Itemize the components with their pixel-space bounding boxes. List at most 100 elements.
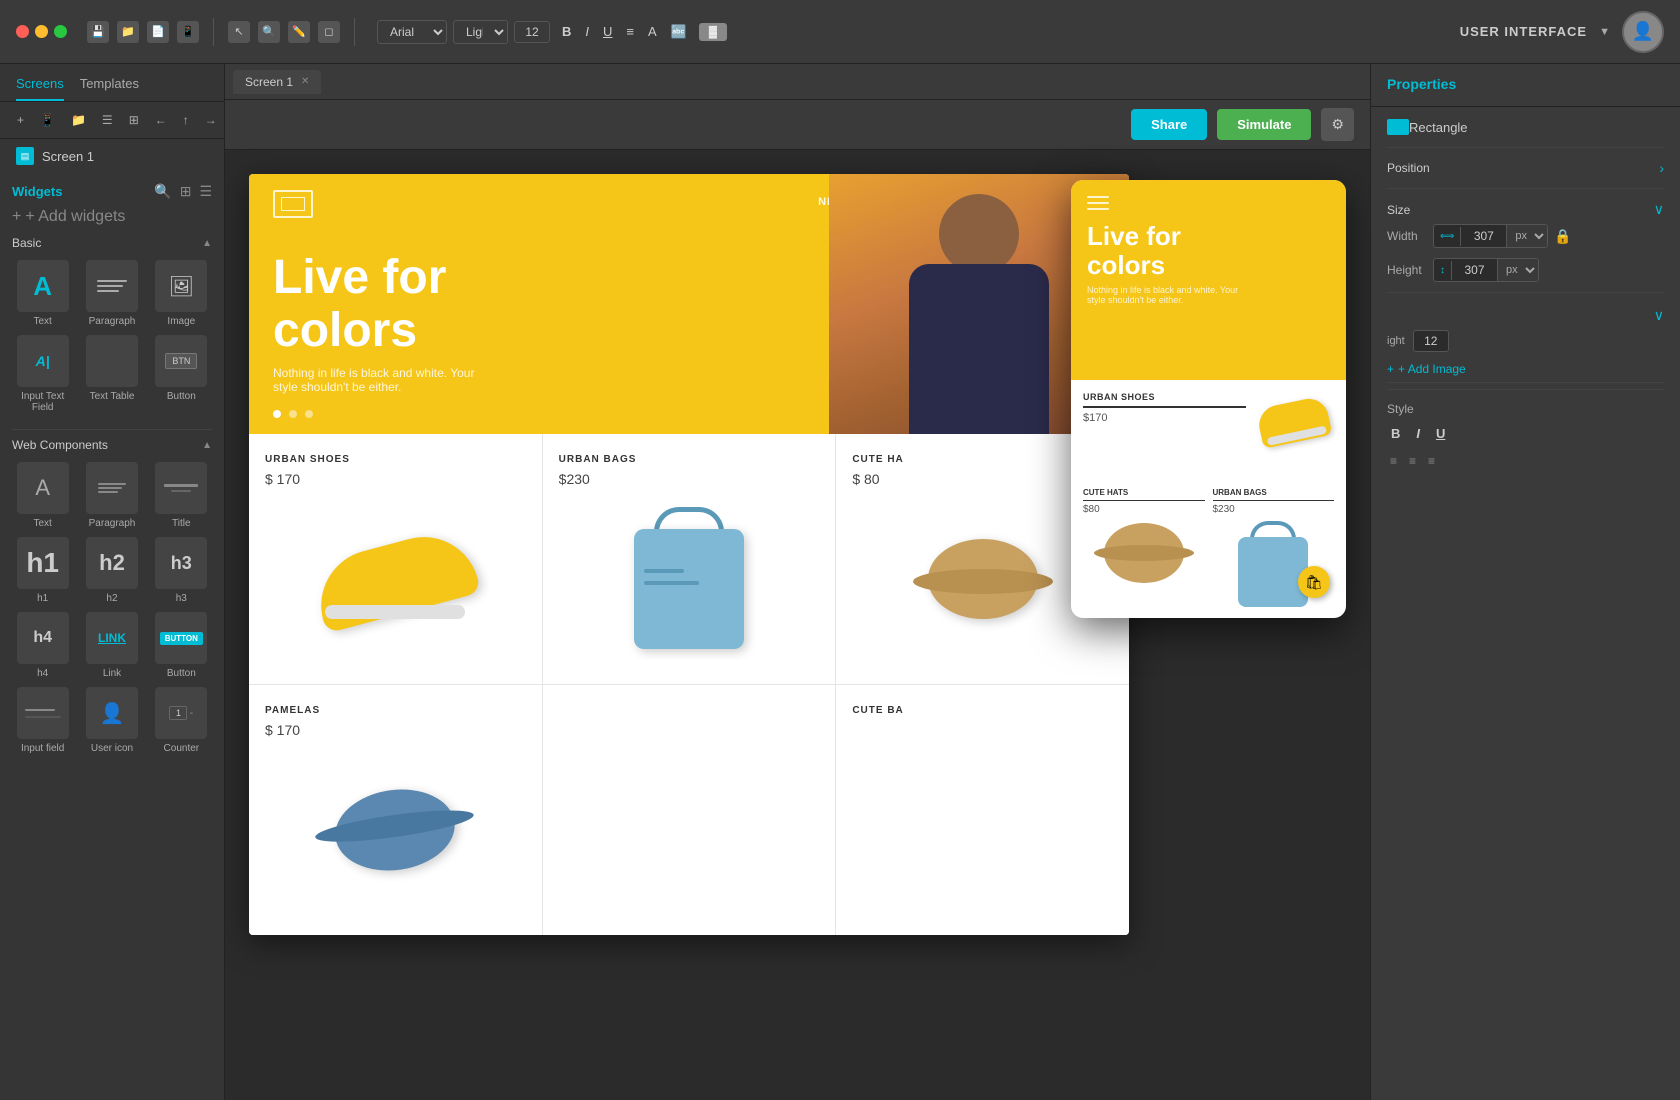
wc-widget-h2[interactable]: h2 h2: [81, 537, 142, 604]
add-screen-btn[interactable]: +: [12, 110, 29, 130]
bold-button[interactable]: B: [556, 21, 577, 43]
wc-widget-paragraph[interactable]: Paragraph: [81, 462, 142, 529]
tab-templates[interactable]: Templates: [80, 76, 139, 101]
widget-text[interactable]: A Text: [12, 260, 73, 327]
wc-button-icon: BUTTON: [160, 632, 203, 645]
canvas-tab-close-btn[interactable]: ✕: [301, 76, 309, 87]
close-button[interactable]: [16, 25, 29, 38]
save-icon[interactable]: 💾: [87, 21, 109, 43]
add-widgets-btn[interactable]: + + Add widgets: [12, 208, 212, 226]
text-bg-button[interactable]: 🔤: [665, 21, 693, 43]
maximize-button[interactable]: [54, 25, 67, 38]
screen-1-item[interactable]: ▤ Screen 1: [0, 139, 224, 173]
position-expand-icon[interactable]: ›: [1659, 160, 1664, 176]
wc-widget-h1[interactable]: h1 h1: [12, 537, 73, 604]
canvas-tab-screen1[interactable]: Screen 1 ✕: [233, 70, 321, 94]
pen-icon[interactable]: ✏️: [288, 21, 310, 43]
font-size-mini-input[interactable]: [1413, 330, 1449, 352]
hero-dot-1[interactable]: [273, 410, 281, 418]
align-right-btn[interactable]: ≡: [1425, 451, 1438, 471]
align-button[interactable]: ≡: [620, 21, 640, 43]
app-title-chevron[interactable]: ▼: [1599, 26, 1610, 38]
mobile-screen-btn[interactable]: 📱: [35, 110, 60, 130]
mobile-menu-icon[interactable]: [1087, 196, 1330, 210]
underline-button[interactable]: U: [597, 21, 618, 43]
search-icon[interactable]: 🔍: [154, 183, 171, 200]
font-family-select[interactable]: Arial: [377, 20, 447, 44]
italic-button[interactable]: I: [579, 21, 595, 43]
simulate-button[interactable]: Simulate: [1217, 109, 1311, 140]
hero-dot-2[interactable]: [289, 410, 297, 418]
widget-image[interactable]: 🖼 Image: [151, 260, 212, 327]
cursor-icon[interactable]: ↖: [228, 21, 250, 43]
mobile-cart-badge[interactable]: 🛍: [1298, 566, 1330, 598]
widget-button[interactable]: BTN Button: [151, 335, 212, 413]
paragraph-icon: [97, 280, 127, 292]
width-unit-select[interactable]: px %: [1506, 225, 1547, 247]
italic-style-btn[interactable]: I: [1412, 424, 1424, 443]
wc-widget-user-icon[interactable]: 👤 User icon: [81, 687, 142, 754]
lock-icon[interactable]: 🔒: [1554, 228, 1571, 245]
wc-widget-text[interactable]: A Text: [12, 462, 73, 529]
model-head: [939, 194, 1019, 274]
mobile-icon[interactable]: 📱: [177, 21, 199, 43]
zoom-icon[interactable]: 🔍: [258, 21, 280, 43]
widget-text-table[interactable]: Text Table: [81, 335, 142, 413]
hero-dot-3[interactable]: [305, 410, 313, 418]
mobile-hat-brim: [1094, 545, 1194, 561]
underline-style-btn[interactable]: U: [1432, 424, 1449, 443]
product-price-pamelas: $ 170: [265, 722, 526, 738]
text-color-button[interactable]: A: [642, 21, 663, 43]
widget-input-text-field[interactable]: A| Input Text Field: [12, 335, 73, 413]
wc-section-toggle[interactable]: ▲: [202, 440, 212, 451]
wc-widget-h3[interactable]: h3 h3: [151, 537, 212, 604]
extra-section-row[interactable]: ∨: [1387, 301, 1664, 330]
folder-btn[interactable]: 📁: [66, 110, 91, 130]
bold-style-btn[interactable]: B: [1387, 424, 1404, 443]
nav-right-btn[interactable]: →: [200, 110, 222, 130]
wc-widget-h4[interactable]: h4 h4: [12, 612, 73, 679]
wc-button-label: Button: [167, 668, 196, 679]
nav-left-btn[interactable]: ←: [150, 110, 172, 130]
font-style-select[interactable]: Light Regular Bold: [453, 20, 508, 44]
grid-view-btn[interactable]: ⊞: [124, 110, 144, 130]
height-input[interactable]: [1452, 259, 1497, 281]
add-image-btn[interactable]: + + Add Image: [1387, 362, 1664, 376]
align-center-btn[interactable]: ≡: [1406, 451, 1419, 471]
widget-paragraph[interactable]: Paragraph: [81, 260, 142, 327]
font-size-input[interactable]: [514, 21, 550, 43]
tab-screens[interactable]: Screens: [16, 76, 64, 101]
app-title-label: USER INTERFACE: [1460, 24, 1587, 39]
size-row[interactable]: Size ∨: [1387, 195, 1664, 224]
wc-widget-title[interactable]: Title: [151, 462, 212, 529]
add-image-label: + Add Image: [1398, 362, 1466, 376]
properties-content: Rectangle Position › Size ∨ Width ⟺: [1371, 107, 1680, 1100]
wc-widget-button[interactable]: BUTTON Button: [151, 612, 212, 679]
shape-icon[interactable]: ◻: [318, 21, 340, 43]
wc-widget-input-field[interactable]: Input field: [12, 687, 73, 754]
size-expand-icon[interactable]: ∨: [1654, 201, 1664, 218]
settings-button[interactable]: ⚙: [1321, 108, 1354, 141]
color-picker-button[interactable]: ▓: [699, 23, 727, 41]
position-row[interactable]: Position ›: [1387, 154, 1664, 182]
nav-up-btn[interactable]: ↑: [178, 110, 194, 130]
width-input[interactable]: [1461, 225, 1506, 247]
list-icon[interactable]: ☰: [199, 183, 212, 200]
share-button[interactable]: Share: [1131, 109, 1207, 140]
user-avatar[interactable]: 👤: [1622, 11, 1664, 53]
grid-icon[interactable]: ⊞: [180, 183, 192, 200]
screen-icon[interactable]: 📄: [147, 21, 169, 43]
minimize-button[interactable]: [35, 25, 48, 38]
shoe-sole: [325, 605, 465, 619]
hero-dots: [273, 410, 313, 418]
align-left-btn[interactable]: ≡: [1387, 451, 1400, 471]
list-view-btn[interactable]: ☰: [97, 110, 118, 130]
wc-widget-counter[interactable]: 1- Counter: [151, 687, 212, 754]
wc-widget-link[interactable]: LINK Link: [81, 612, 142, 679]
height-unit-select[interactable]: px %: [1497, 259, 1538, 281]
basic-section-toggle[interactable]: ▲: [202, 238, 212, 249]
position-label: Position: [1387, 161, 1430, 175]
extra-expand-icon[interactable]: ∨: [1654, 307, 1664, 324]
open-icon[interactable]: 📁: [117, 21, 139, 43]
width-input-wrapper: ⟺ px %: [1433, 224, 1548, 248]
